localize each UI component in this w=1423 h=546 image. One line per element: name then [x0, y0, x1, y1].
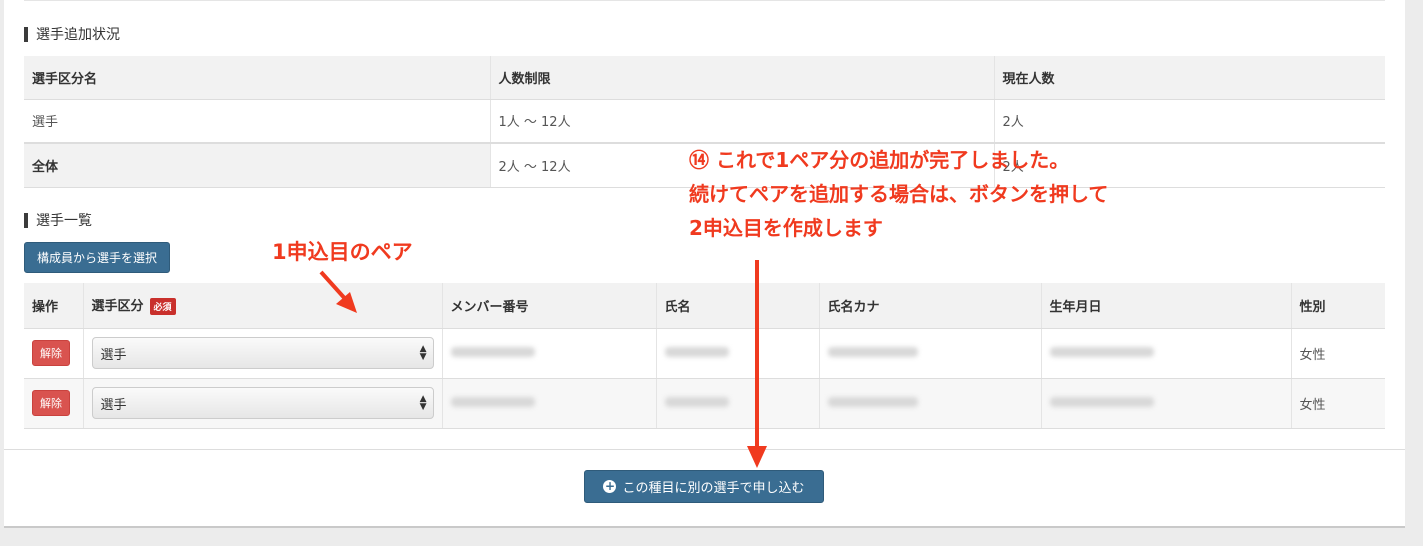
arrow-to-add-button-icon — [747, 260, 767, 468]
annotation-arrows — [319, 260, 767, 468]
arrow-to-pair-icon — [319, 270, 357, 313]
